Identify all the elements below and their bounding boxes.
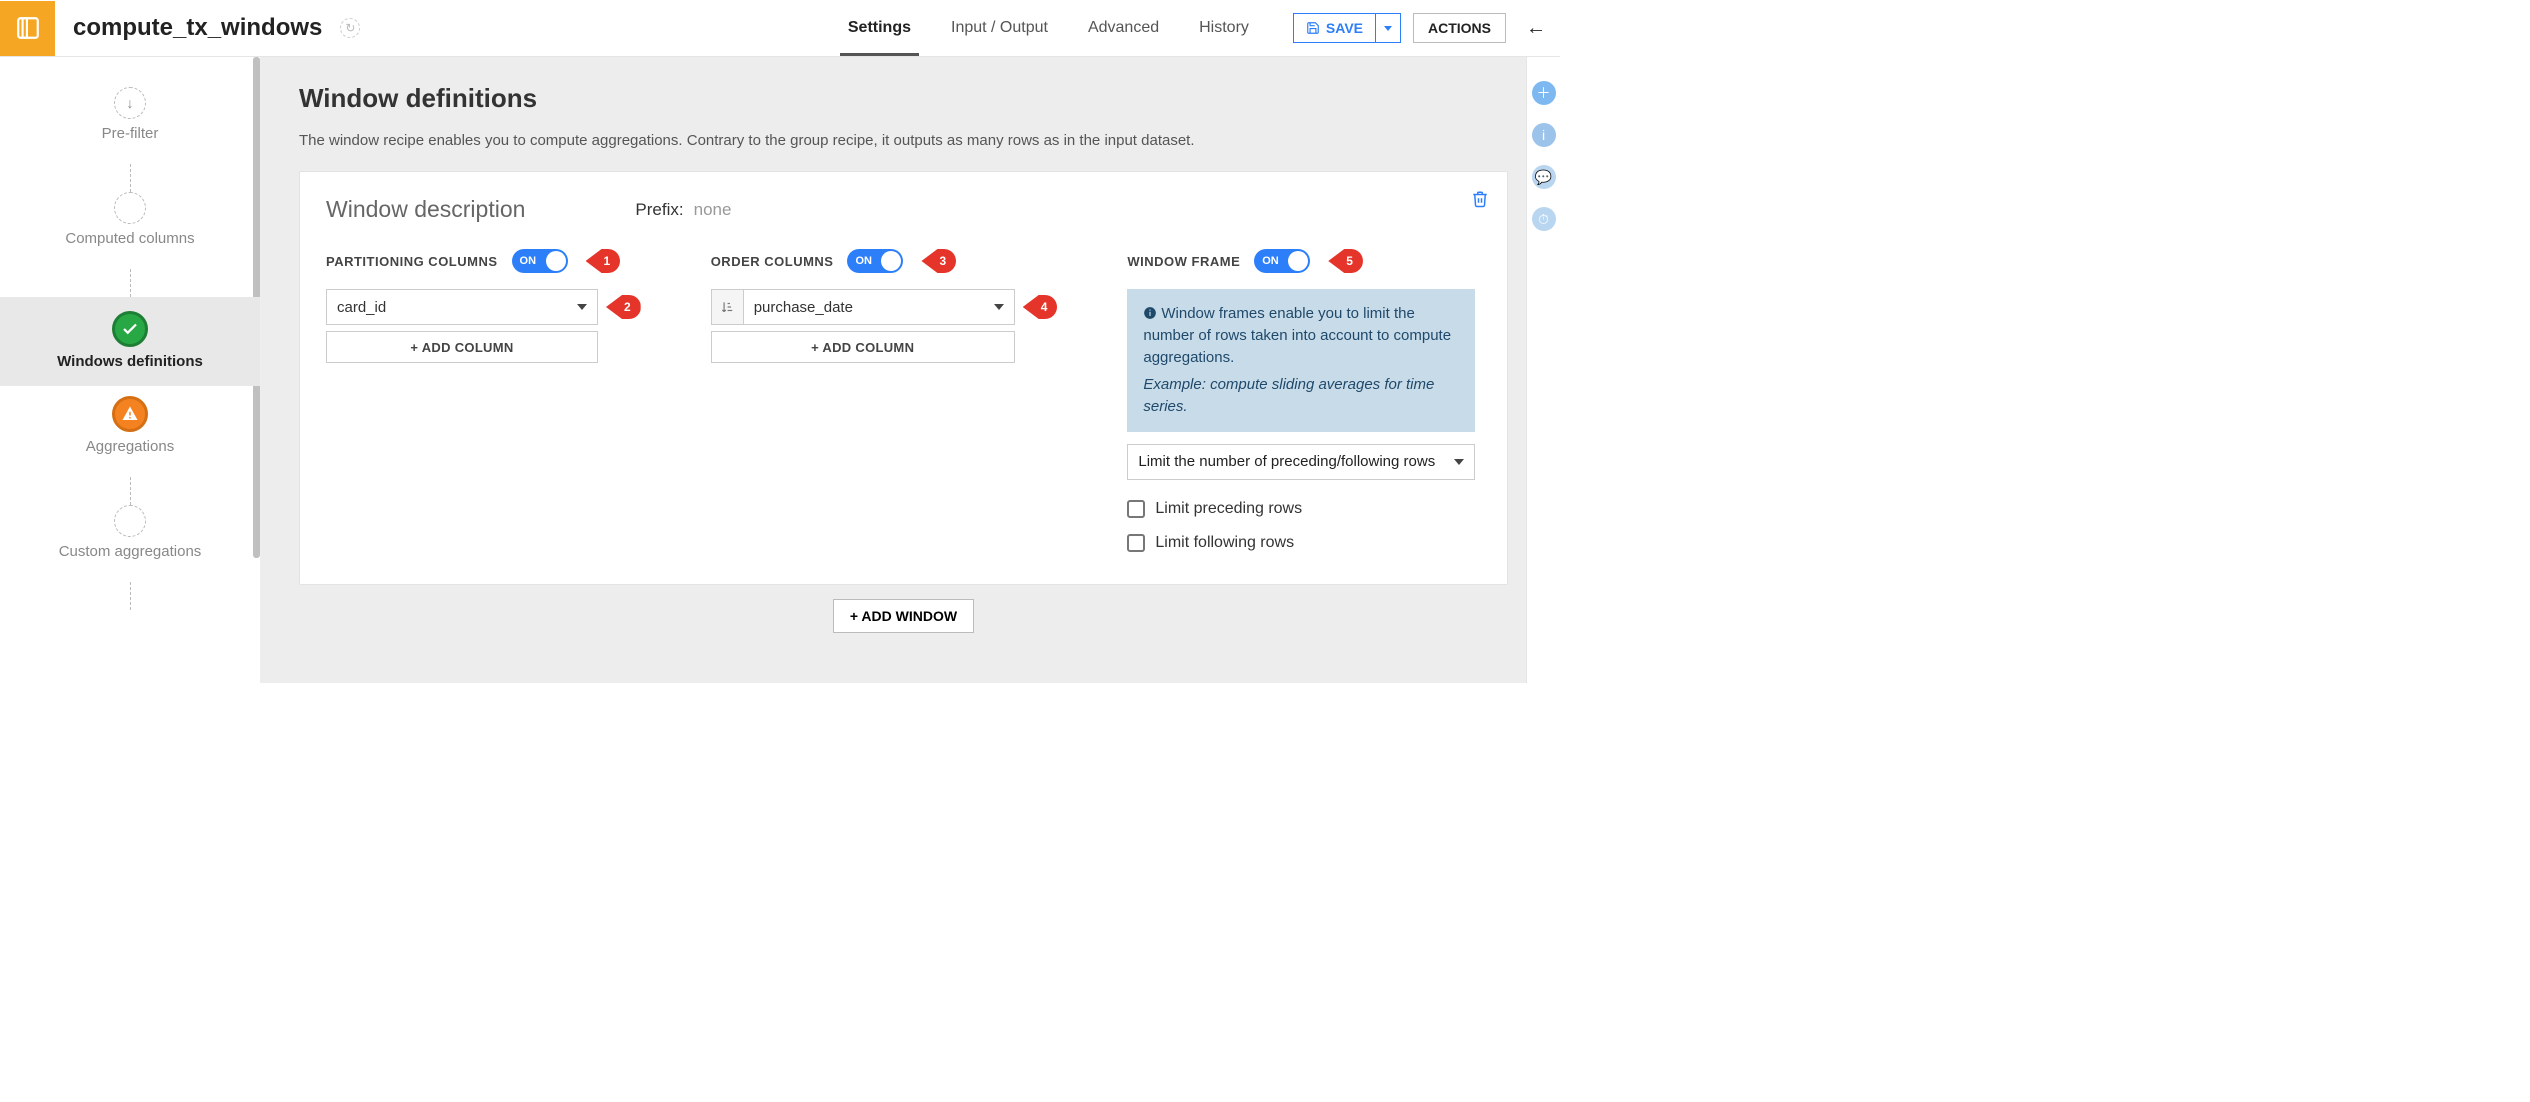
- page-title: Window definitions: [299, 83, 1508, 114]
- sort-asc-icon: [720, 300, 734, 314]
- rail-add-icon[interactable]: ＋: [1532, 81, 1556, 105]
- partitioning-block: PARTITIONING COLUMNS ON 1 card_id: [326, 249, 641, 363]
- card-heading: Window description: [326, 196, 525, 223]
- annotation-marker-4: 4: [1023, 295, 1058, 319]
- frame-limit-select[interactable]: Limit the number of preceding/following …: [1127, 444, 1475, 480]
- save-button[interactable]: SAVE: [1293, 13, 1376, 43]
- steps-sidebar: ↓ Pre-filter Computed columns Windows de…: [0, 57, 261, 683]
- limit-preceding-checkbox[interactable]: Limit preceding rows: [1127, 500, 1475, 518]
- rail-history-icon[interactable]: ⏱: [1532, 207, 1556, 231]
- add-order-column-button[interactable]: + ADD COLUMN: [711, 331, 1015, 363]
- rail-discuss-icon[interactable]: 💬: [1532, 165, 1556, 189]
- step-circle-icon: [114, 505, 146, 537]
- partition-column-select[interactable]: card_id: [326, 289, 598, 325]
- window-card: Window description Prefix: none PARTITIO…: [299, 171, 1508, 585]
- partitioning-title: PARTITIONING COLUMNS: [326, 254, 498, 269]
- toggle-knob: [546, 251, 566, 271]
- toggle-label: ON: [1262, 255, 1279, 267]
- step-ok-icon: [112, 311, 148, 347]
- rail-info-icon[interactable]: i: [1532, 123, 1556, 147]
- recipe-title: compute_tx_windows: [73, 14, 322, 42]
- step-connector: [130, 164, 131, 192]
- select-value: purchase_date: [754, 299, 853, 316]
- back-arrow-icon[interactable]: ←: [1526, 17, 1546, 40]
- toggle-knob: [1288, 251, 1308, 271]
- refresh-icon[interactable]: ↻: [340, 18, 360, 38]
- save-dropdown-button[interactable]: [1376, 13, 1401, 43]
- chevron-down-icon: [577, 304, 587, 310]
- order-column-select[interactable]: purchase_date: [743, 289, 1015, 325]
- toggle-label: ON: [520, 255, 537, 267]
- step-label: Custom aggregations: [59, 543, 202, 560]
- step-pre-filter[interactable]: ↓ Pre-filter: [0, 87, 260, 164]
- select-value: card_id: [337, 299, 386, 316]
- delete-window-button[interactable]: [1471, 190, 1489, 213]
- step-label: Computed columns: [65, 230, 194, 247]
- info-example: Example: compute sliding averages for ti…: [1143, 374, 1459, 418]
- top-tabs: Settings Input / Output Advanced History: [828, 0, 1269, 56]
- partitioning-toggle[interactable]: ON: [512, 249, 568, 273]
- window-frame-block: WINDOW FRAME ON 5 Window frames enable y…: [1127, 249, 1475, 560]
- info-icon: [1143, 306, 1157, 320]
- trash-icon: [1471, 190, 1489, 208]
- actions-button[interactable]: ACTIONS: [1413, 13, 1506, 43]
- save-group: SAVE: [1293, 13, 1401, 43]
- tab-history[interactable]: History: [1179, 0, 1269, 56]
- right-rail: ＋ i 💬 ⏱: [1526, 57, 1560, 683]
- app-logo[interactable]: [0, 1, 55, 56]
- step-connector: [130, 477, 131, 505]
- step-custom-aggregations[interactable]: Custom aggregations: [0, 505, 260, 582]
- limit-following-checkbox[interactable]: Limit following rows: [1127, 534, 1475, 552]
- step-label: Pre-filter: [102, 125, 159, 142]
- step-connector: [130, 582, 131, 610]
- chevron-down-icon: [994, 304, 1004, 310]
- prefix-display[interactable]: Prefix: none: [635, 200, 731, 220]
- tab-advanced[interactable]: Advanced: [1068, 0, 1179, 56]
- page-description: The window recipe enables you to compute…: [299, 132, 1508, 149]
- order-toggle[interactable]: ON: [847, 249, 903, 273]
- checkbox-icon: [1127, 500, 1145, 518]
- step-label: Windows definitions: [57, 353, 203, 370]
- save-label: SAVE: [1326, 20, 1363, 36]
- step-circle-icon: [114, 192, 146, 224]
- tab-input-output[interactable]: Input / Output: [931, 0, 1068, 56]
- select-value: Limit the number of preceding/following …: [1138, 453, 1435, 470]
- annotation-marker-3: 3: [921, 249, 956, 273]
- chevron-down-icon: [1454, 459, 1464, 465]
- prefix-label: Prefix:: [635, 200, 683, 220]
- frame-title: WINDOW FRAME: [1127, 254, 1240, 269]
- prefix-value: none: [694, 200, 732, 220]
- checkbox-label: Limit following rows: [1155, 534, 1294, 552]
- order-title: ORDER COLUMNS: [711, 254, 834, 269]
- sort-direction-button[interactable]: [711, 289, 743, 325]
- add-partition-column-button[interactable]: + ADD COLUMN: [326, 331, 598, 363]
- toggle-knob: [881, 251, 901, 271]
- add-window-button[interactable]: + ADD WINDOW: [833, 599, 974, 633]
- save-icon: [1306, 21, 1320, 35]
- toggle-label: ON: [855, 255, 872, 267]
- checkbox-label: Limit preceding rows: [1155, 500, 1302, 518]
- step-label: Aggregations: [86, 438, 174, 455]
- topbar: compute_tx_windows ↻ Settings Input / Ou…: [0, 0, 1560, 57]
- main-panel: Window definitions The window recipe ena…: [261, 57, 1526, 683]
- annotation-marker-1: 1: [586, 249, 621, 273]
- annotation-marker-5: 5: [1328, 249, 1363, 273]
- checkbox-icon: [1127, 534, 1145, 552]
- step-connector: [130, 269, 131, 297]
- step-warn-icon: [112, 396, 148, 432]
- frame-info-box: Window frames enable you to limit the nu…: [1127, 289, 1475, 432]
- tab-settings[interactable]: Settings: [828, 0, 931, 56]
- order-block: ORDER COLUMNS ON 3: [711, 249, 1058, 363]
- annotation-marker-2: 2: [606, 295, 641, 319]
- frame-toggle[interactable]: ON: [1254, 249, 1310, 273]
- info-text: Window frames enable you to limit the nu…: [1143, 305, 1451, 366]
- step-aggregations[interactable]: Aggregations: [0, 396, 260, 477]
- step-computed-columns[interactable]: Computed columns: [0, 192, 260, 269]
- chevron-down-icon: [1384, 26, 1392, 31]
- step-windows-definitions[interactable]: Windows definitions: [0, 297, 260, 386]
- step-circle-icon: ↓: [114, 87, 146, 119]
